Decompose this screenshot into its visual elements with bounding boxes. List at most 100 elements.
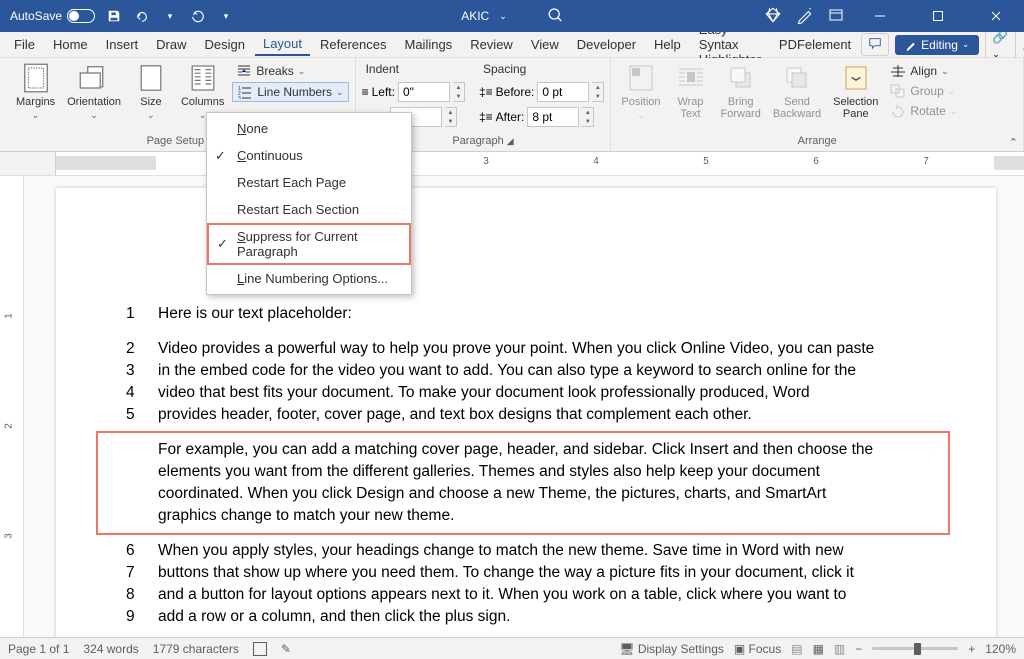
left-label: Left: <box>372 85 395 99</box>
size-button[interactable]: Size⌄ <box>129 60 173 123</box>
line-number: 9 <box>126 606 158 628</box>
menu-none[interactable]: None <box>207 115 411 142</box>
spacing-before-spinner[interactable]: ▲▼ <box>592 82 604 102</box>
zoom-slider[interactable] <box>872 647 958 650</box>
line-text: When you apply styles, your headings cha… <box>158 540 926 562</box>
redo-icon[interactable] <box>189 7 207 25</box>
paragraph-label: Paragraph <box>452 135 503 147</box>
read-mode-icon[interactable]: ▤ <box>791 642 802 656</box>
line-number: 6 <box>126 540 158 562</box>
maximize-button[interactable] <box>916 0 960 32</box>
menu-references[interactable]: References <box>312 34 394 55</box>
orientation-label: Orientation <box>67 96 121 108</box>
line-text: graphics change to match your new theme. <box>158 505 926 527</box>
margins-button[interactable]: Margins⌄ <box>12 60 59 123</box>
search-icon[interactable] <box>547 7 563 26</box>
zoom-out-button[interactable]: − <box>855 642 862 656</box>
menu-home[interactable]: Home <box>45 34 96 55</box>
orientation-button[interactable]: Orientation⌄ <box>63 60 125 123</box>
horizontal-ruler[interactable]: 1 2 3 4 5 6 7 <box>56 152 1024 175</box>
document-area: 1 2 3 1Here is our text placeholder: 2Vi… <box>0 176 1024 637</box>
editing-button[interactable]: Editing⌄ <box>895 35 979 55</box>
menu-suppress[interactable]: ✓Suppress for Current Paragraph <box>207 223 411 265</box>
minimize-button[interactable] <box>858 0 902 32</box>
menu-line-options[interactable]: Line Numbering Options... <box>207 265 411 292</box>
menu-restart-section[interactable]: Restart Each Section <box>207 196 411 223</box>
save-icon[interactable] <box>105 7 123 25</box>
line-text: coordinated. When you click Design and c… <box>158 483 926 505</box>
line-numbers-label: Line Numbers <box>257 85 332 99</box>
group-arrange: Position⌄ Wrap Text Bring Forward Send B… <box>611 58 1024 151</box>
close-button[interactable] <box>974 0 1018 32</box>
before-label: Before: <box>496 85 535 99</box>
status-page[interactable]: Page 1 of 1 <box>8 642 69 656</box>
line-text: provides header, footer, cover page, and… <box>158 404 926 426</box>
qat-customize-icon[interactable]: ▾ <box>217 7 235 25</box>
rotate-button[interactable]: Rotate ⌄ <box>886 102 961 120</box>
breaks-label: Breaks <box>256 64 293 78</box>
suppressed-paragraph: For example, you can add a matching cove… <box>96 431 950 535</box>
indent-left-spinner[interactable]: ▲▼ <box>453 82 465 102</box>
status-words[interactable]: 324 words <box>83 642 138 656</box>
spell-check-icon[interactable] <box>253 642 267 656</box>
web-layout-icon[interactable]: ▥ <box>834 642 845 656</box>
menu-mailings[interactable]: Mailings <box>397 34 461 55</box>
line-number: 5 <box>126 404 158 426</box>
menu-draw[interactable]: Draw <box>148 34 194 55</box>
autosave-toggle[interactable]: AutoSave <box>10 9 95 23</box>
group-button[interactable]: Group ⌄ <box>886 82 961 100</box>
align-button[interactable]: Align ⌄ <box>886 62 961 80</box>
menu-insert[interactable]: Insert <box>98 34 147 55</box>
paragraph-launcher[interactable]: ◢ <box>507 136 514 147</box>
comments-icon[interactable] <box>861 33 889 56</box>
menu-continuous[interactable]: ✓Continuous <box>207 142 411 169</box>
menu-layout[interactable]: Layout <box>255 33 310 56</box>
spacing-before-input[interactable] <box>537 82 589 102</box>
display-settings-button[interactable]: 🖥 Display Settings <box>619 642 724 656</box>
window-icon[interactable] <box>828 7 844 26</box>
line-text: Here is our text placeholder: <box>158 303 926 325</box>
pen-icon[interactable] <box>796 6 814 27</box>
title-dropdown-icon[interactable]: ⌄ <box>499 11 507 22</box>
menu-restart-page[interactable]: Restart Each Page <box>207 169 411 196</box>
menu-design[interactable]: Design <box>197 34 253 55</box>
menu-review[interactable]: Review <box>462 34 521 55</box>
line-text: video that best fits your document. To m… <box>158 382 926 404</box>
qat-dropdown-icon[interactable]: ▾ <box>161 7 179 25</box>
menu-pdfelement[interactable]: PDFelement <box>771 34 859 55</box>
zoom-level[interactable]: 120% <box>985 642 1016 656</box>
print-layout-icon[interactable]: ▦ <box>813 642 824 656</box>
display-settings-label: Display Settings <box>638 642 724 656</box>
breaks-button[interactable]: Breaks ⌄ <box>232 62 348 80</box>
undo-icon[interactable] <box>133 7 151 25</box>
align-label: Align <box>910 64 937 78</box>
rotate-label: Rotate <box>910 104 945 118</box>
line-numbers-button[interactable]: 123Line Numbers ⌄ <box>232 82 348 102</box>
menu-file[interactable]: File <box>6 34 43 55</box>
size-label: Size <box>140 96 161 108</box>
zoom-in-button[interactable]: + <box>968 642 975 656</box>
line-text: add a row or a column, and then click th… <box>158 606 926 628</box>
spacing-after-spinner[interactable]: ▲▼ <box>582 107 594 127</box>
page[interactable]: 1Here is our text placeholder: 2Video pr… <box>56 188 996 637</box>
line-number: 7 <box>126 562 158 584</box>
collapse-ribbon-icon[interactable]: ⌃ <box>1009 136 1018 149</box>
indent-left-input[interactable] <box>398 82 450 102</box>
status-chars[interactable]: 1779 characters <box>153 642 239 656</box>
autosave-label: AutoSave <box>10 9 62 23</box>
menu-developer[interactable]: Developer <box>569 34 644 55</box>
line-text: buttons that show up where you need them… <box>158 562 926 584</box>
editing-label: Editing <box>921 38 958 52</box>
page-setup-label: Page Setup <box>147 135 205 147</box>
menu-help[interactable]: Help <box>646 34 689 55</box>
selection-pane-button[interactable]: Selection Pane <box>829 60 882 122</box>
focus-button[interactable]: ▣ Focus <box>734 642 781 656</box>
diamond-icon[interactable] <box>764 6 782 27</box>
vertical-ruler[interactable]: 1 2 3 <box>0 176 24 637</box>
menu-view[interactable]: View <box>523 34 567 55</box>
line-numbers-menu: None ✓Continuous Restart Each Page Resta… <box>206 112 412 295</box>
bring-forward-button: Bring Forward <box>717 60 765 122</box>
indent-right-spinner[interactable]: ▲▼ <box>445 107 457 127</box>
accessibility-icon[interactable]: ✎ <box>281 642 291 656</box>
spacing-after-input[interactable] <box>527 107 579 127</box>
